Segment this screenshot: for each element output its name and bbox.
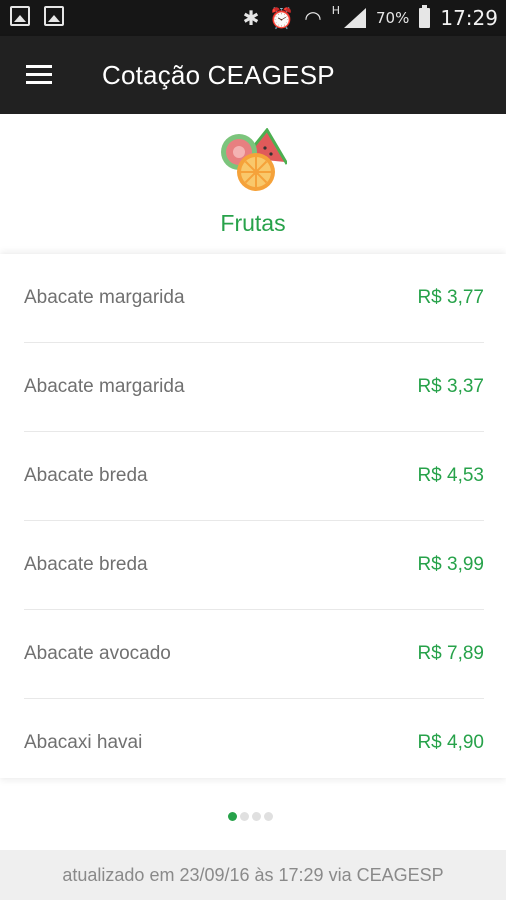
list-item[interactable]: Abacaxi havai R$ 4,90 xyxy=(24,699,484,788)
item-price: R$ 3,37 xyxy=(417,376,484,397)
network-type: H xyxy=(331,4,341,17)
page-dot[interactable] xyxy=(228,812,237,821)
item-name: Abacate margarida xyxy=(24,376,185,397)
page-dot[interactable] xyxy=(252,812,261,821)
item-name: Abacaxi havai xyxy=(24,732,143,753)
price-list: Abacate margarida R$ 3,77 Abacate margar… xyxy=(0,254,506,778)
status-bar: ✱ ⏰ ◠ H 70% 17:29 xyxy=(0,0,506,36)
image-sync-icon xyxy=(44,6,64,26)
signal-icon xyxy=(344,8,367,28)
page-dot[interactable] xyxy=(240,812,249,821)
image-icon xyxy=(10,6,30,26)
update-footer: atualizado em 23/09/16 às 17:29 via CEAG… xyxy=(0,850,506,900)
app-bar: Cotação CEAGESP xyxy=(0,36,506,114)
item-name: Abacate breda xyxy=(24,465,148,486)
item-price: R$ 3,99 xyxy=(417,554,484,575)
list-item[interactable]: Abacate breda R$ 4,53 xyxy=(24,432,484,521)
item-name: Abacate breda xyxy=(24,554,148,575)
item-name: Abacate avocado xyxy=(24,643,171,664)
list-item[interactable]: Abacate avocado R$ 7,89 xyxy=(24,610,484,699)
item-price: R$ 7,89 xyxy=(417,643,484,664)
list-item[interactable]: Abacate margarida R$ 3,77 xyxy=(24,254,484,343)
list-item[interactable]: Abacate breda R$ 3,99 xyxy=(24,521,484,610)
item-price: R$ 3,77 xyxy=(417,287,484,308)
bluetooth-icon: ✱ xyxy=(242,6,260,30)
item-name: Abacate margarida xyxy=(24,287,185,308)
battery-icon xyxy=(419,5,431,28)
hamburger-menu-icon[interactable] xyxy=(22,63,58,87)
battery-percentage: 70% xyxy=(376,9,410,27)
item-price: R$ 4,53 xyxy=(417,465,484,486)
clock: 17:29 xyxy=(440,6,498,30)
alarm-icon: ⏰ xyxy=(269,6,295,30)
category-title: Frutas xyxy=(220,210,286,236)
app-title: Cotação CEAGESP xyxy=(102,60,335,90)
item-price: R$ 4,90 xyxy=(417,732,484,753)
page-indicator xyxy=(228,812,273,821)
page-dot[interactable] xyxy=(264,812,273,821)
fruit-icon xyxy=(221,128,287,191)
list-item[interactable]: Abacate margarida R$ 3,37 xyxy=(24,343,484,432)
wifi-icon: ◠ xyxy=(304,6,322,30)
